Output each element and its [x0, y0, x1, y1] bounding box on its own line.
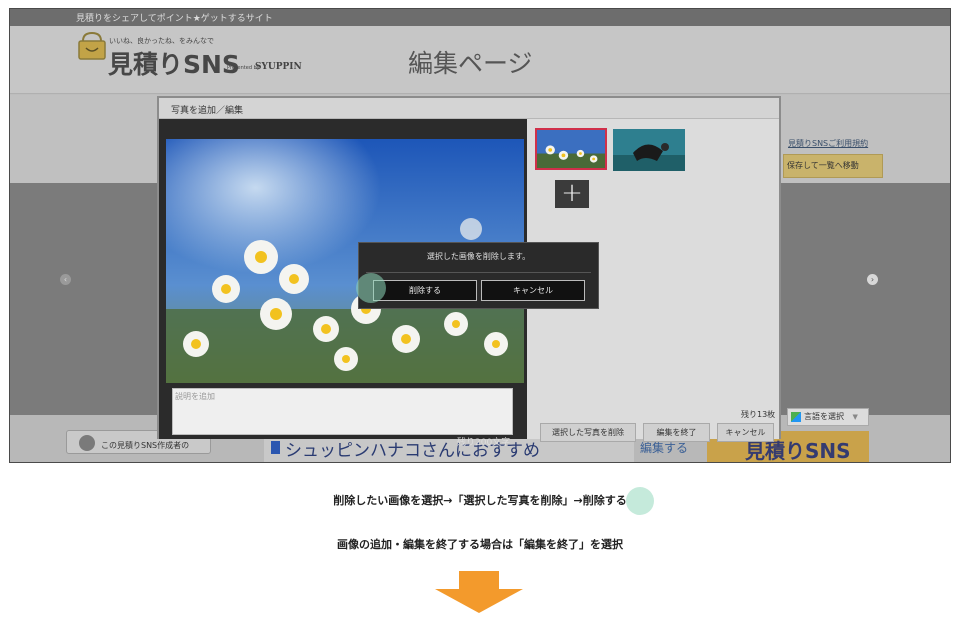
save-and-return-button[interactable]: 保存して一覧へ移動	[783, 154, 883, 178]
terms-link[interactable]: 見積りSNSご利用規約	[788, 138, 868, 149]
creator-label: この見積りSNS作成者の	[101, 441, 190, 450]
delete-selected-photo-button[interactable]: 選択した写真を削除	[540, 423, 636, 442]
confirm-delete-button[interactable]: 削除する	[373, 280, 477, 301]
page-title: 編集ページ	[408, 49, 533, 78]
delete-confirm-dialog: 選択した画像を削除します。 削除する キャンセル	[358, 242, 599, 309]
avatar	[79, 435, 95, 451]
modal-titlebar: 写真を追加／編集	[159, 98, 779, 119]
recommend-marker-icon	[271, 441, 280, 454]
site-logo[interactable]: 見積りSNS	[108, 45, 240, 81]
shopping-bag-icon	[78, 31, 106, 60]
confirm-cancel-button[interactable]: キャンセル	[481, 280, 585, 301]
instruction-step-finish: 画像の追加・編集を終了する場合は「編集を終了」を選択	[337, 538, 623, 551]
divider	[366, 272, 591, 273]
google-translate-icon	[791, 412, 801, 422]
carousel-prev-icon[interactable]: ‹	[60, 274, 71, 285]
tap-indicator	[356, 273, 386, 303]
site-tagline: 見積りをシェアしてポイント★ゲットするサイト	[76, 14, 273, 24]
logo-brand: SYUPPIN	[255, 62, 302, 72]
character-count: 残り200文字	[457, 438, 511, 448]
confirm-message: 選択した画像を削除します。	[426, 252, 531, 261]
description-placeholder: 説明を追加	[175, 392, 215, 401]
language-selector-label: 言語を選択	[804, 412, 844, 421]
photo-thumbnail[interactable]	[613, 129, 685, 171]
add-photo-button[interactable]: +	[555, 180, 589, 208]
instruction-step-delete: 削除したい画像を選択→「選択した写真を削除」→削除する	[333, 494, 627, 507]
photo-thumbnail-selected[interactable]	[535, 128, 607, 170]
cancel-button[interactable]: キャンセル	[717, 423, 774, 442]
remaining-photo-count: 残り13枚	[741, 410, 776, 419]
screenshot-frame: 見積りをシェアしてポイント★ゲットするサイト いいね、良かったね、をみんなで 見…	[9, 8, 951, 463]
modal-title: 写真を追加／編集	[171, 106, 244, 116]
finish-edit-button[interactable]: 編集を終了	[643, 423, 710, 442]
carousel-next-icon[interactable]: ›	[867, 274, 878, 285]
description-input[interactable]: 説明を追加	[172, 388, 513, 435]
down-arrow-icon	[435, 571, 523, 613]
language-selector[interactable]: 言語を選択 ▼	[787, 408, 869, 426]
chevron-down-icon: ▼	[852, 413, 858, 421]
